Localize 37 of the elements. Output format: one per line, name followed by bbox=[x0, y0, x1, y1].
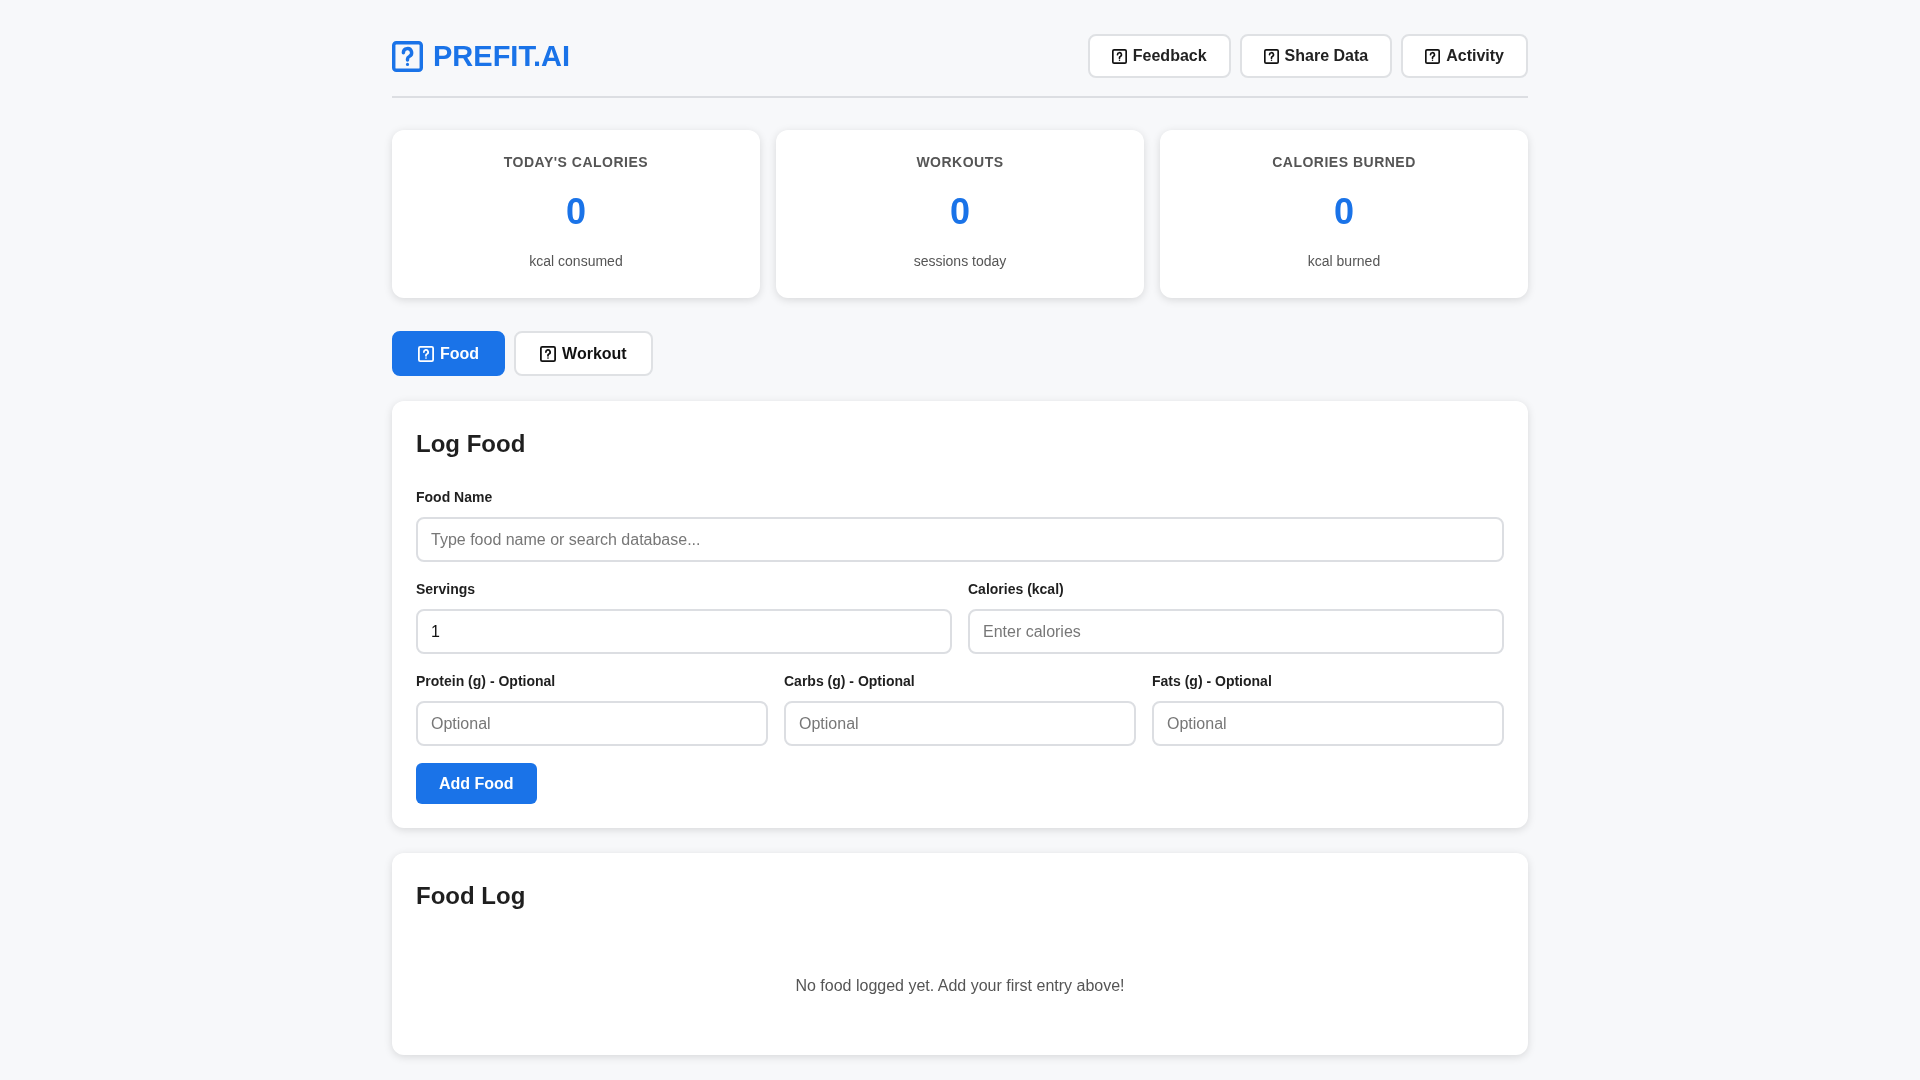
question-square-icon bbox=[540, 345, 557, 362]
add-food-button[interactable]: Add Food bbox=[416, 763, 537, 804]
question-square-icon bbox=[392, 40, 423, 72]
input-field[interactable]: Optional bbox=[1152, 701, 1504, 746]
stat-caption: sessions today bbox=[913, 253, 1007, 270]
input-field[interactable]: 1 bbox=[416, 609, 952, 654]
stat-value: 0 bbox=[950, 191, 970, 233]
field-label: Protein (g) - Optional bbox=[416, 673, 557, 690]
stat-title: TODAY'S CALORIES bbox=[503, 154, 649, 171]
stat-caption: kcal consumed bbox=[529, 253, 623, 270]
field-label: Servings bbox=[416, 581, 477, 598]
question-square-icon bbox=[418, 345, 434, 362]
question-square-icon bbox=[1425, 48, 1441, 64]
header-button[interactable]: Feedback bbox=[1087, 34, 1231, 78]
input-field[interactable]: Enter calories bbox=[968, 609, 1504, 654]
input-field[interactable]: Optional bbox=[416, 701, 768, 746]
card-title: Log Food bbox=[416, 429, 527, 458]
header-button[interactable]: Activity bbox=[1401, 34, 1528, 78]
input-field[interactable]: Optional bbox=[784, 701, 1136, 746]
empty-message: No food logged yet. Add your first entry above! bbox=[794, 976, 1126, 995]
header-button[interactable]: Share Data bbox=[1239, 34, 1393, 78]
stat-value: 0 bbox=[1334, 191, 1354, 233]
field-label: Fats (g) - Optional bbox=[1152, 673, 1273, 690]
card-title: Food Log bbox=[416, 881, 527, 910]
field-label: Food Name bbox=[416, 489, 494, 506]
field-label: Calories (kcal) bbox=[968, 581, 1065, 598]
tab[interactable]: Workout bbox=[514, 331, 653, 376]
question-square-icon bbox=[1263, 48, 1279, 64]
stat-caption: kcal burned bbox=[1307, 253, 1381, 270]
input-field[interactable]: Type food name or search database... bbox=[416, 517, 1504, 562]
field-label: Carbs (g) - Optional bbox=[784, 673, 916, 690]
stat-title: CALORIES BURNED bbox=[1272, 154, 1416, 171]
question-square-icon bbox=[1111, 48, 1127, 64]
app-logo-text: PREFIT.AI bbox=[433, 41, 570, 71]
tab[interactable]: Food bbox=[392, 331, 506, 376]
stat-value: 0 bbox=[566, 191, 586, 233]
stat-title: WORKOUTS bbox=[916, 154, 1004, 171]
